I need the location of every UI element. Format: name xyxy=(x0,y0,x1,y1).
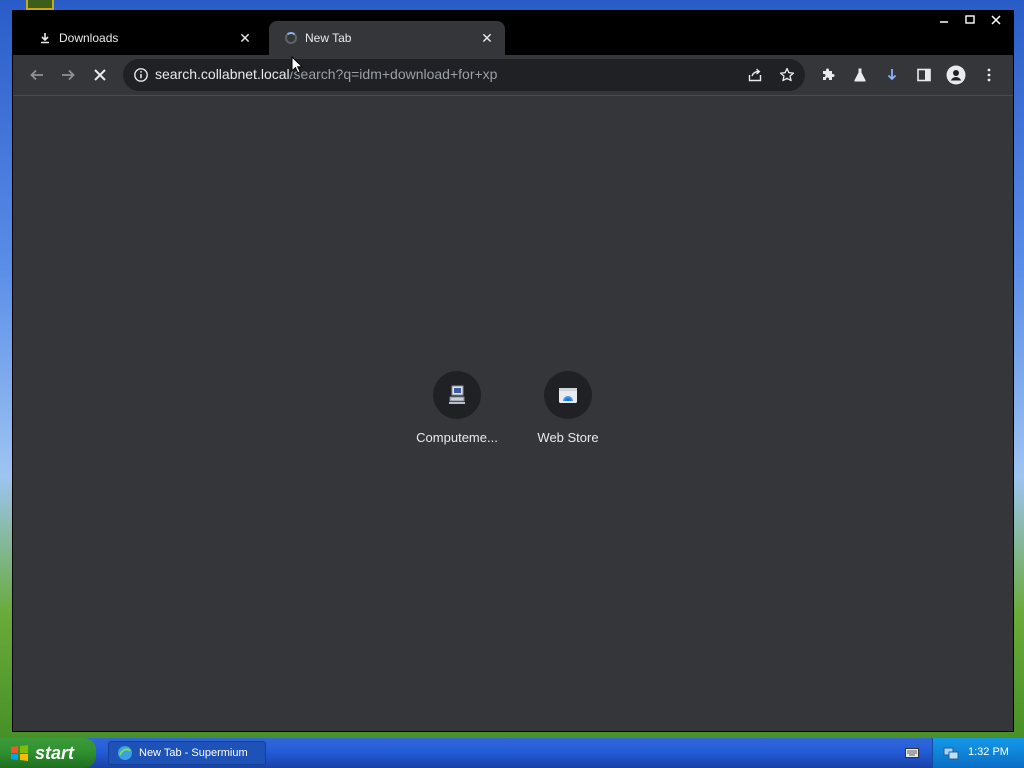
close-window-button[interactable] xyxy=(983,11,1009,29)
taskbar: start New Tab - Supermium 1:32 PM xyxy=(0,738,1024,768)
browser-icon xyxy=(118,746,132,760)
download-arrow-icon xyxy=(887,69,897,81)
puzzle-icon xyxy=(823,68,835,80)
tab-title: Downloads xyxy=(59,31,119,45)
close-tab-icon[interactable]: ✕ xyxy=(237,30,253,46)
tab-downloads[interactable]: Downloads ✕ xyxy=(23,21,263,55)
windows-logo-icon xyxy=(11,745,28,761)
address-bar[interactable]: search.collabnet.local/search?q=idm+down… xyxy=(123,59,805,91)
desktop-icon[interactable] xyxy=(26,0,54,10)
loading-spinner-icon xyxy=(281,32,301,44)
extensions-button[interactable] xyxy=(814,61,842,89)
shortcut-tile[interactable]: Web Store xyxy=(512,371,624,445)
back-arrow-icon xyxy=(30,69,43,81)
mouse-cursor-icon xyxy=(291,56,303,74)
back-button[interactable] xyxy=(23,61,51,89)
title-bar: Downloads ✕ New Tab ✕ xyxy=(13,11,1013,55)
window-controls xyxy=(931,11,1009,29)
close-tab-icon[interactable]: ✕ xyxy=(479,30,495,46)
side-panel-button[interactable] xyxy=(910,61,938,89)
browser-toolbar: search.collabnet.local/search?q=idm+down… xyxy=(13,55,1013,95)
system-tray: 1:32 PM xyxy=(932,738,1024,768)
tab-title: New Tab xyxy=(305,31,352,45)
maximize-button[interactable] xyxy=(957,11,983,29)
profile-button[interactable] xyxy=(942,61,970,89)
tab-new-tab[interactable]: New Tab ✕ xyxy=(269,21,505,55)
share-icon[interactable] xyxy=(745,65,765,85)
avatar-icon xyxy=(946,65,966,85)
url-host: search.collabnet.local xyxy=(155,66,290,82)
url-path: /search?q=idm+download+for+xp xyxy=(289,66,498,82)
taskbar-item-browser[interactable]: New Tab - Supermium xyxy=(108,741,266,765)
close-icon xyxy=(94,69,106,81)
keyboard-icon[interactable] xyxy=(905,748,919,758)
new-tab-page: Computeme... Web Store xyxy=(13,96,1013,731)
network-icon[interactable] xyxy=(943,745,959,761)
clock: 1:32 PM xyxy=(968,746,1009,758)
kebab-menu-icon xyxy=(987,68,991,82)
site-info-icon[interactable] xyxy=(133,67,149,83)
computer-icon xyxy=(433,371,481,419)
start-label: start xyxy=(35,742,75,763)
downloads-button[interactable] xyxy=(878,61,906,89)
forward-arrow-icon xyxy=(62,69,75,81)
menu-button[interactable] xyxy=(975,61,1003,89)
browser-window: Downloads ✕ New Tab ✕ search.collabnet.l… xyxy=(12,10,1014,732)
flask-icon xyxy=(854,68,866,82)
url-text[interactable]: search.collabnet.local/search?q=idm+down… xyxy=(155,66,497,82)
side-panel-icon xyxy=(917,68,931,82)
shortcut-tile[interactable]: Computeme... xyxy=(401,371,513,445)
minimize-button[interactable] xyxy=(931,11,957,29)
shortcut-label: Computeme... xyxy=(416,430,498,445)
download-icon xyxy=(35,32,55,44)
web-store-icon xyxy=(544,371,592,419)
forward-button[interactable] xyxy=(54,61,82,89)
stop-loading-button[interactable] xyxy=(86,61,114,89)
taskbar-item-label: New Tab - Supermium xyxy=(139,747,248,759)
labs-button[interactable] xyxy=(846,61,874,89)
start-button[interactable]: start xyxy=(0,738,96,768)
shortcut-label: Web Store xyxy=(537,430,599,445)
bookmark-star-icon[interactable] xyxy=(777,65,797,85)
